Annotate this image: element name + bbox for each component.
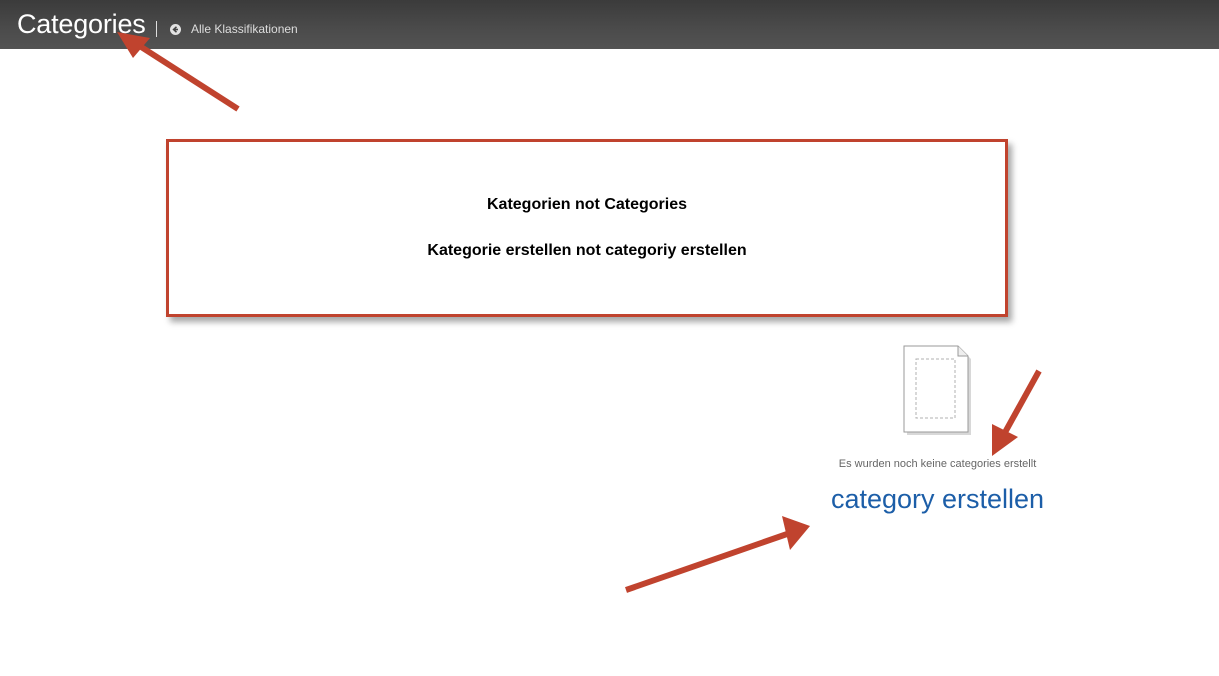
title-separator bbox=[156, 21, 157, 37]
page-title: Categories bbox=[17, 9, 146, 39]
annotation-arrows bbox=[117, 32, 1042, 593]
header-bar: Categories Alle Klassifikationen bbox=[0, 0, 1219, 49]
create-category-link[interactable]: category erstellen bbox=[790, 484, 1085, 515]
empty-state-message: Es wurden noch keine categories erstellt bbox=[838, 458, 1037, 470]
arrow-left-circle-icon bbox=[170, 23, 181, 35]
annotation-box: Kategorien not Categories Kategorie erst… bbox=[166, 139, 1008, 317]
annotation-line-1: Kategorien not Categories bbox=[486, 196, 688, 213]
page: Categories Alle Klassifikationen Kategor… bbox=[0, 0, 1219, 676]
blank-document-icon bbox=[903, 345, 971, 435]
back-link-label: Alle Klassifikationen bbox=[191, 22, 298, 36]
annotation-line-2: Kategorie erstellen not categoriy erstel… bbox=[427, 242, 747, 259]
back-to-classifications-link[interactable]: Alle Klassifikationen bbox=[170, 21, 298, 37]
